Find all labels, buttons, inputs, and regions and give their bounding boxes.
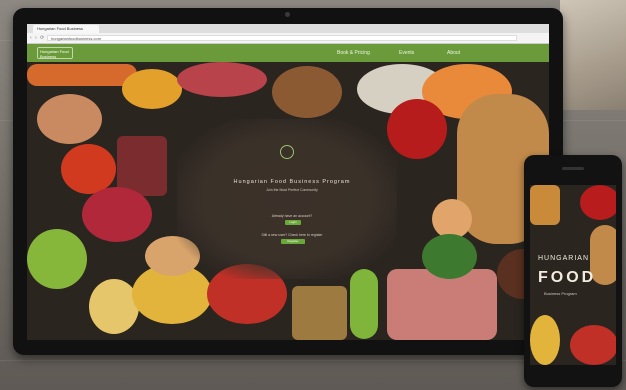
peas-image xyxy=(422,234,477,279)
login-button[interactable]: Login xyxy=(285,220,301,225)
apple-image xyxy=(27,229,87,289)
jar-image xyxy=(292,286,347,340)
nav-item-about[interactable]: About xyxy=(447,50,460,56)
browser-tab-bar: Hungarian Food Business xyxy=(27,24,549,33)
hero-logo-icon xyxy=(280,145,294,159)
nav-item-events[interactable]: Events xyxy=(399,50,414,56)
browser-toolbar: ‹ › ⟳ hungarianfoodbusiness.com xyxy=(27,33,549,44)
potato-image xyxy=(37,94,102,144)
navigation-icon[interactable]: ‹ › ⟳ xyxy=(30,35,45,41)
phone-subtitle: Business Program xyxy=(544,291,577,296)
speaker-icon xyxy=(562,167,584,170)
register-button[interactable]: Register xyxy=(281,239,305,244)
juice-image xyxy=(82,187,152,242)
pasta-image xyxy=(89,279,139,334)
meat-image xyxy=(177,62,267,97)
bread-image xyxy=(272,66,342,118)
site-navigation: Hungarian Food Business Book & Pricing E… xyxy=(27,44,549,62)
egg-image xyxy=(432,199,472,239)
background-wall xyxy=(560,0,626,110)
browser-tab[interactable]: Hungarian Food Business xyxy=(33,25,99,33)
phone-food-text: FOOD xyxy=(538,269,597,286)
login-prompt: Already have an account? xyxy=(271,214,313,218)
carrot-image xyxy=(27,64,137,86)
pepper-image xyxy=(122,69,182,109)
hero-panel xyxy=(177,119,397,279)
hero-title: Hungarian Food Business Program xyxy=(233,179,351,185)
register-prompt: Still a new user? Check here to register xyxy=(261,233,323,237)
mobile-phone: HUNGARIAN FOOD Business Program xyxy=(524,155,622,387)
bacon-image xyxy=(387,269,497,340)
chili-image xyxy=(350,269,378,339)
pepper-image xyxy=(530,185,560,225)
tomatoes-image xyxy=(570,325,616,365)
address-bar[interactable]: hungarianfoodbusiness.com xyxy=(47,35,517,41)
site-logo[interactable]: Hungarian Food Business xyxy=(37,47,73,59)
phone-screen: HUNGARIAN FOOD Business Program xyxy=(530,185,616,365)
phone-title: HUNGARIAN xyxy=(538,255,590,262)
nav-item-book-pricing[interactable]: Book & Pricing xyxy=(337,50,370,56)
desktop-monitor: Hungarian Food Business ‹ › ⟳ hungarianf… xyxy=(13,8,563,355)
tomato-image xyxy=(61,144,116,194)
camera-icon xyxy=(285,12,290,17)
hero-subtitle: Join the Most Perfect Community xyxy=(266,188,318,192)
apple-image xyxy=(580,185,616,220)
monitor-screen: Hungarian Food Business ‹ › ⟳ hungarianf… xyxy=(27,24,549,340)
corn-image xyxy=(530,315,560,365)
